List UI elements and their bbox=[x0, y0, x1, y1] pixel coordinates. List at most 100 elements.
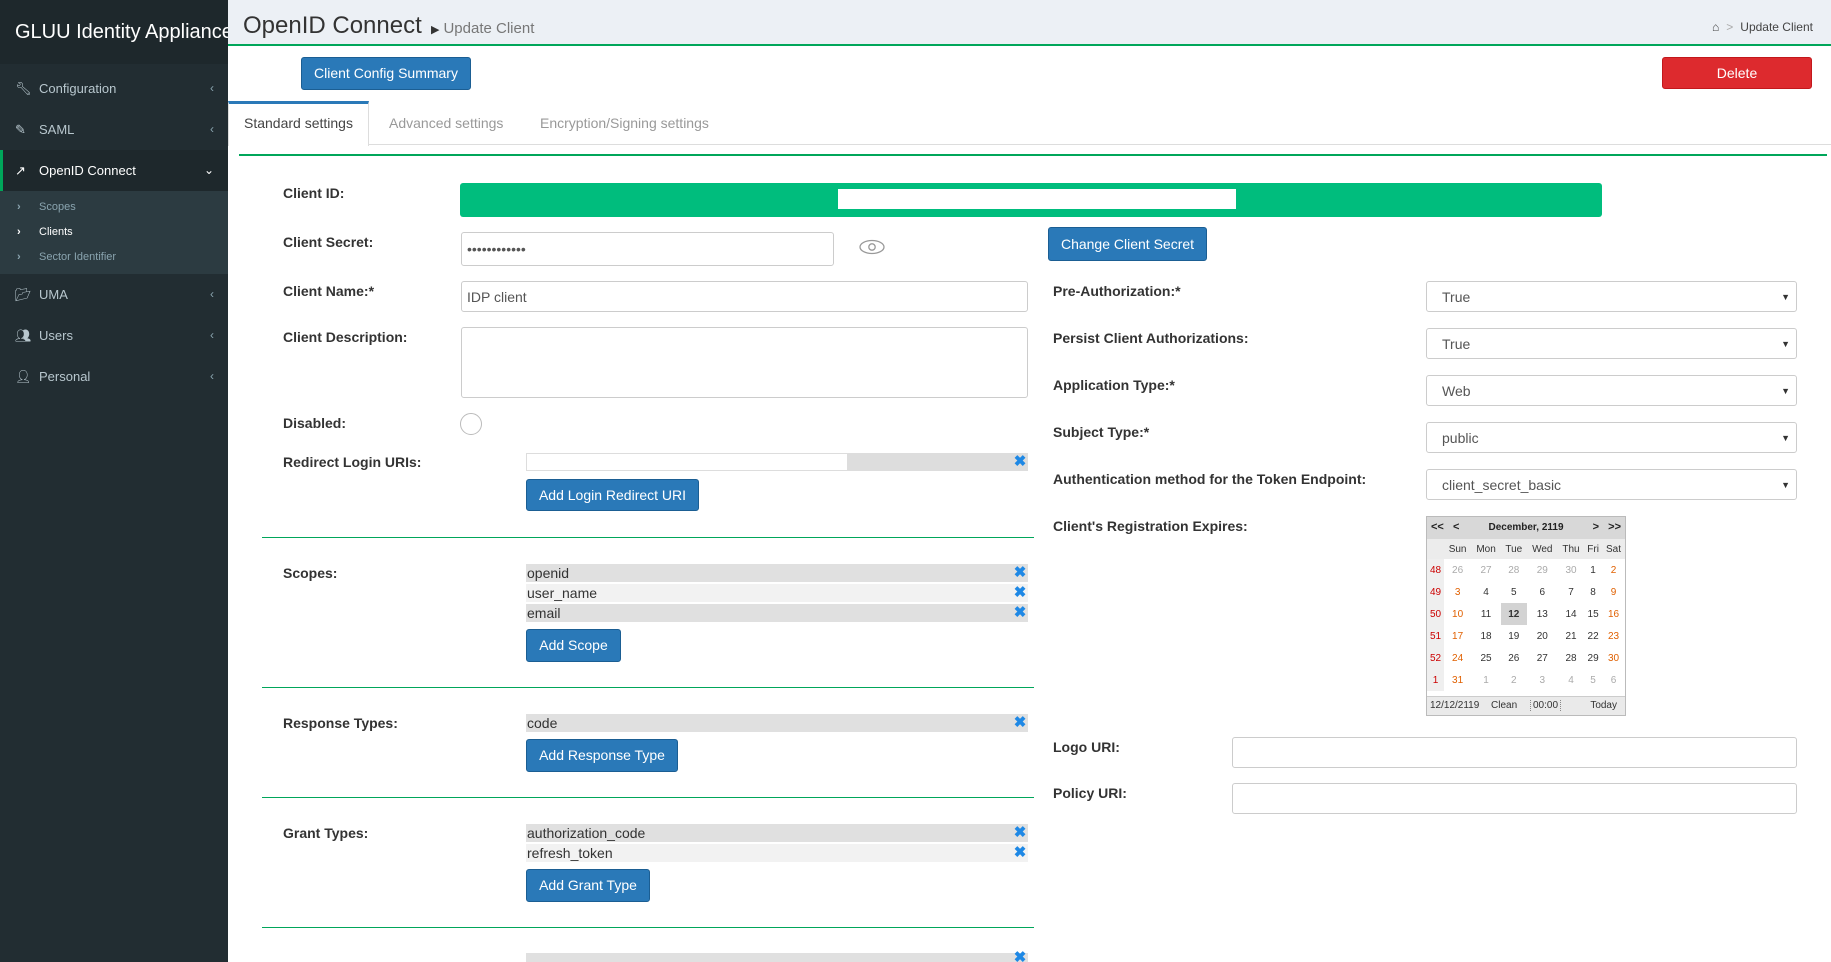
calendar-day[interactable]: 16 bbox=[1602, 603, 1625, 625]
users-icon: 👥︎ bbox=[15, 328, 32, 343]
sidebar-item-uma[interactable]: 📂︎ UMA ‹ bbox=[0, 274, 228, 315]
calendar-time-input[interactable]: 00:00 bbox=[1530, 700, 1562, 711]
calendar-day[interactable]: 8 bbox=[1584, 581, 1602, 603]
calendar-day[interactable]: 1 bbox=[1471, 669, 1501, 691]
calendar-day[interactable]: 28 bbox=[1501, 559, 1527, 581]
brand-logo[interactable]: GLUU Identity Appliance bbox=[0, 0, 233, 64]
remove-icon[interactable]: ✖ bbox=[1012, 950, 1028, 962]
calendar-day[interactable]: 14 bbox=[1558, 603, 1584, 625]
calendar-day[interactable]: 4 bbox=[1471, 581, 1501, 603]
calendar-day[interactable]: 28 bbox=[1558, 647, 1584, 669]
calendar-day[interactable]: 6 bbox=[1602, 669, 1625, 691]
sidebar-item-personal[interactable]: 👤︎ Personal ‹ bbox=[0, 356, 228, 397]
remove-icon[interactable]: ✖ bbox=[1012, 564, 1028, 582]
calendar-day[interactable]: 7 bbox=[1558, 581, 1584, 603]
calendar-day[interactable]: 30 bbox=[1558, 559, 1584, 581]
subject-type-select[interactable]: public ▼ bbox=[1426, 422, 1797, 453]
calendar-day[interactable]: 17 bbox=[1444, 625, 1471, 647]
home-icon[interactable]: ⌂ bbox=[1712, 20, 1719, 34]
remove-icon[interactable]: ✖ bbox=[1012, 453, 1028, 471]
weekday-header: Sat bbox=[1602, 539, 1625, 559]
section-divider bbox=[262, 537, 1034, 538]
calendar-day[interactable]: 2 bbox=[1602, 559, 1625, 581]
calendar-day[interactable]: 13 bbox=[1527, 603, 1558, 625]
calendar-day[interactable]: 1 bbox=[1584, 559, 1602, 581]
sidebar-subitem-sector-identifier[interactable]: › Sector Identifier bbox=[0, 245, 228, 270]
calendar-day[interactable]: 29 bbox=[1527, 559, 1558, 581]
remove-icon[interactable]: ✖ bbox=[1012, 714, 1028, 732]
calendar-day[interactable]: 26 bbox=[1501, 647, 1527, 669]
calendar-week-row: 51 17 18 19 20 21 22 23 bbox=[1427, 625, 1625, 647]
calendar-day[interactable]: 21 bbox=[1558, 625, 1584, 647]
add-scope-button[interactable]: Add Scope bbox=[526, 629, 621, 662]
tab-encryption-signing-settings[interactable]: Encryption/Signing settings bbox=[540, 101, 709, 145]
calendar-day[interactable]: 12 bbox=[1500, 603, 1527, 625]
calendar-day[interactable]: 15 bbox=[1584, 603, 1602, 625]
sidebar-subitem-scopes[interactable]: › Scopes bbox=[0, 195, 228, 220]
sidebar-item-configuration[interactable]: 🔧︎ Configuration ‹ bbox=[0, 68, 228, 109]
persist-client-authorizations-label: Persist Client Authorizations: bbox=[1053, 330, 1249, 346]
delete-button[interactable]: Delete bbox=[1662, 57, 1812, 89]
tab-standard-settings[interactable]: Standard settings bbox=[228, 101, 369, 146]
application-type-select[interactable]: Web ▼ bbox=[1426, 375, 1797, 406]
calendar-day[interactable]: 30 bbox=[1602, 647, 1625, 669]
calendar-today-button[interactable]: Today bbox=[1590, 700, 1617, 711]
client-config-summary-button[interactable]: Client Config Summary bbox=[301, 57, 471, 90]
add-grant-type-button[interactable]: Add Grant Type bbox=[526, 869, 650, 902]
calendar-day[interactable]: 2 bbox=[1501, 669, 1527, 691]
calendar-day[interactable]: 11 bbox=[1471, 603, 1501, 625]
auth-method-select[interactable]: client_secret_basic ▼ bbox=[1426, 469, 1797, 500]
calendar-clean-button[interactable]: Clean bbox=[1491, 700, 1517, 711]
calendar-day[interactable]: 31 bbox=[1444, 669, 1471, 691]
change-client-secret-button[interactable]: Change Client Secret bbox=[1048, 227, 1207, 261]
add-login-redirect-uri-button[interactable]: Add Login Redirect URI bbox=[526, 479, 699, 511]
weekday-header: Tue bbox=[1500, 539, 1527, 559]
client-description-textarea[interactable] bbox=[461, 327, 1028, 398]
calendar-day[interactable]: 9 bbox=[1602, 581, 1625, 603]
remove-icon[interactable]: ✖ bbox=[1012, 844, 1028, 862]
remove-icon[interactable]: ✖ bbox=[1012, 604, 1028, 622]
scope-row: email ✖ bbox=[526, 604, 1028, 622]
calendar-day[interactable]: 4 bbox=[1558, 669, 1584, 691]
chevron-left-icon: ‹ bbox=[210, 81, 214, 95]
calendar-day[interactable]: 22 bbox=[1584, 625, 1602, 647]
sidebar-item-saml[interactable]: ✎ SAML ‹ bbox=[0, 109, 228, 150]
next-month-button[interactable]: > bbox=[1593, 521, 1599, 533]
pre-authorization-select[interactable]: True ▼ bbox=[1426, 281, 1797, 312]
calendar-day[interactable]: 23 bbox=[1602, 625, 1625, 647]
remove-icon[interactable]: ✖ bbox=[1012, 584, 1028, 602]
calendar-day[interactable]: 5 bbox=[1501, 581, 1527, 603]
calendar-day[interactable]: 27 bbox=[1471, 559, 1501, 581]
sidebar-item-openid-connect[interactable]: ↗ OpenID Connect ⌄ bbox=[0, 150, 228, 191]
client-secret-input[interactable]: •••••••••••• bbox=[461, 232, 834, 266]
calendar-footer: 12/12/2119 Clean 00:00 Today bbox=[1427, 696, 1625, 715]
calendar-day[interactable]: 24 bbox=[1444, 647, 1471, 669]
calendar-day[interactable]: 27 bbox=[1527, 647, 1558, 669]
tab-advanced-settings[interactable]: Advanced settings bbox=[389, 101, 503, 145]
calendar-day[interactable]: 3 bbox=[1444, 581, 1471, 603]
next-year-button[interactable]: >> bbox=[1608, 521, 1621, 533]
persist-client-authorizations-select[interactable]: True ▼ bbox=[1426, 328, 1797, 359]
calendar-day[interactable]: 18 bbox=[1471, 625, 1501, 647]
pre-authorization-label: Pre-Authorization:* bbox=[1053, 283, 1181, 299]
calendar-day[interactable]: 29 bbox=[1584, 647, 1602, 669]
calendar-day[interactable]: 20 bbox=[1527, 625, 1558, 647]
calendar-day[interactable]: 10 bbox=[1444, 603, 1471, 625]
chevron-right-icon: › bbox=[17, 226, 21, 238]
calendar-day[interactable]: 6 bbox=[1527, 581, 1558, 603]
redirect-uri-input[interactable] bbox=[526, 453, 848, 471]
calendar-day[interactable]: 3 bbox=[1527, 669, 1558, 691]
calendar-day[interactable]: 19 bbox=[1501, 625, 1527, 647]
calendar-day[interactable]: 5 bbox=[1584, 669, 1602, 691]
remove-icon[interactable]: ✖ bbox=[1012, 824, 1028, 842]
calendar-day[interactable]: 26 bbox=[1444, 559, 1471, 581]
logo-uri-input[interactable] bbox=[1232, 737, 1797, 768]
add-response-type-button[interactable]: Add Response Type bbox=[526, 739, 678, 772]
calendar-day[interactable]: 25 bbox=[1471, 647, 1501, 669]
eye-icon[interactable] bbox=[859, 239, 885, 255]
sidebar-item-users[interactable]: 👥︎ Users ‹ bbox=[0, 315, 228, 356]
disabled-toggle[interactable] bbox=[460, 413, 482, 435]
policy-uri-input[interactable] bbox=[1232, 783, 1797, 814]
client-name-input[interactable]: IDP client bbox=[461, 281, 1028, 312]
sidebar-subitem-clients[interactable]: › Clients bbox=[0, 220, 228, 245]
